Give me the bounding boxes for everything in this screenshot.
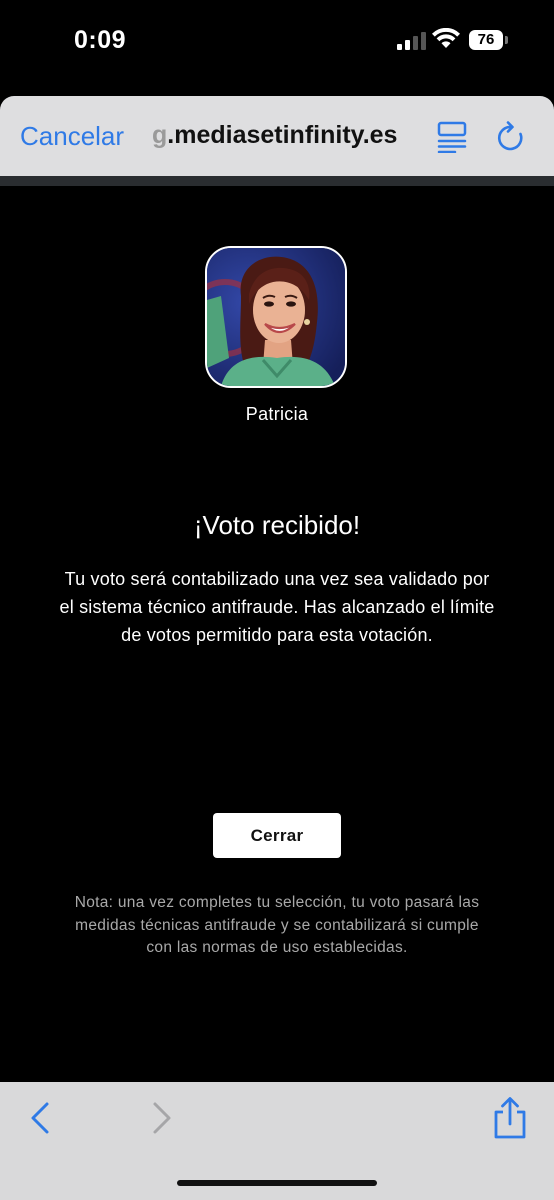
battery-indicator: 76 (469, 30, 509, 52)
contestant-name: Patricia (245, 404, 309, 424)
vote-received-title: ¡Voto recibido! (193, 510, 361, 540)
url-label[interactable]: g.mediasetinfinity.es (152, 121, 397, 150)
cellular-signal-icon (397, 32, 426, 50)
reader-mode-icon[interactable] (437, 121, 467, 153)
reload-icon[interactable] (496, 120, 526, 154)
header-divider (0, 176, 554, 186)
url-domain: .mediasetinfinity.es (167, 121, 398, 149)
anti-fraud-note: Nota: una vez completes tu selección, tu… (74, 894, 480, 956)
close-button[interactable]: Cerrar (213, 813, 341, 858)
cancel-button[interactable]: Cancelar (20, 121, 124, 152)
forward-chevron-icon[interactable] (150, 1100, 174, 1136)
contestant-avatar (205, 246, 347, 388)
battery-cap (505, 36, 508, 44)
share-icon[interactable] (492, 1096, 528, 1140)
contestant-photo (207, 248, 345, 386)
back-chevron-icon[interactable] (28, 1100, 52, 1136)
wifi-icon (432, 28, 460, 48)
url-prefix: g (152, 121, 168, 149)
status-time: 0:09 (74, 26, 127, 54)
home-indicator (177, 1180, 377, 1186)
status-bar: 0:09 76 (0, 0, 554, 96)
battery-level: 76 (469, 30, 503, 50)
vote-received-message: Tu voto será contabilizado una vez sea v… (59, 569, 495, 645)
vote-confirmation-screen: 0:09 76 Cancelar g.mediasetinfinity.es P… (0, 0, 554, 1200)
